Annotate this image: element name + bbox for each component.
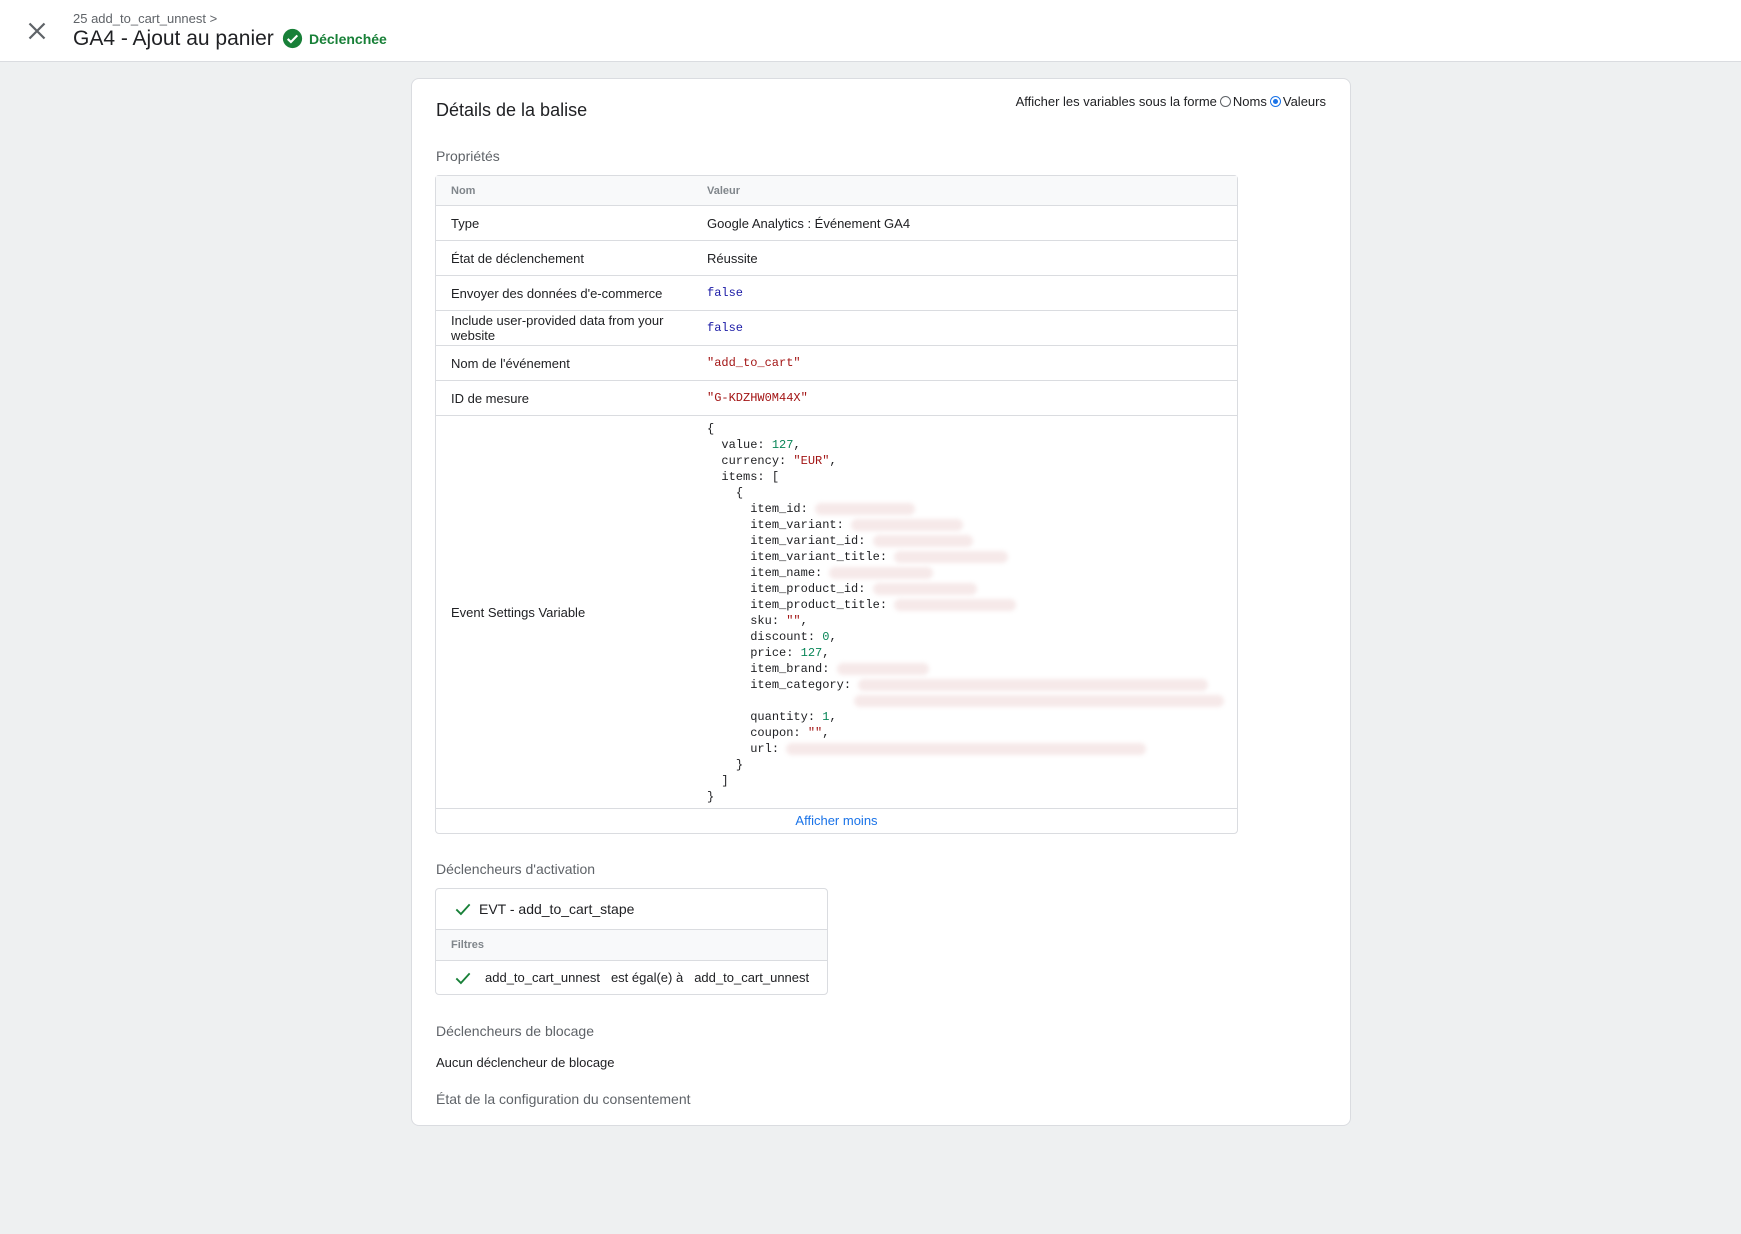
properties-table: Nom Valeur Type Google Analytics : Événe… [435,175,1238,834]
breadcrumb[interactable]: 25 add_to_cart_unnest > [73,11,217,26]
code-token: coupon: [750,726,801,740]
status-badge: Déclenchée [282,28,387,49]
filter-value: add_to_cart_unnest [694,970,810,985]
filters-label: Filtres [436,930,827,961]
code-token: value: [721,438,765,452]
event-settings-code: { value: 127, currency: "EUR", items: [ … [707,416,1237,805]
top-bar: 25 add_to_cart_unnest > GA4 - Ajout au p… [0,0,1741,62]
code-token: item_brand: [750,662,830,676]
code-token: price: [750,646,794,660]
redacted-value [836,662,929,675]
no-blocking-text: Aucun déclencheur de blocage [436,1055,615,1070]
code-token: sku: [750,614,780,628]
row-value: false [707,321,744,335]
redacted-value [815,502,916,515]
row-name: Include user-provided data from your web… [451,313,664,343]
check-circle-icon [282,28,303,49]
redacted-value [894,550,1009,563]
redacted-value [786,742,1147,755]
activation-triggers-label: Déclencheurs d'activation [436,861,596,877]
code-token: items: [ [721,470,780,484]
table-row: Type Google Analytics : Événement GA4 [436,206,1237,241]
table-row: Envoyer des données d'e-commerce false [436,276,1237,311]
code-token: { [707,422,715,436]
code-token: } [735,758,744,772]
table-row: Include user-provided data from your web… [436,311,1237,346]
column-header-value: Valeur [707,184,741,197]
properties-label: Propriétés [436,148,500,164]
table-row: ID de mesure "G-KDZHW0M44X" [436,381,1237,416]
code-token: quantity: [750,710,816,724]
code-token: item_id: [750,502,808,516]
code-token: 127 [771,438,794,452]
page-title: GA4 - Ajout au panier [73,27,274,50]
radio-values-label[interactable]: Valeurs [1283,94,1326,109]
filter-operator: est égal(e) à [610,970,684,985]
code-token: item_variant_id: [750,534,866,548]
code-token: item_name: [750,566,823,580]
trigger-card: EVT - add_to_cart_stape Filtres add_to_c… [435,888,828,995]
code-token: 127 [800,646,823,660]
redacted-value [854,694,1225,707]
show-less-link[interactable]: Afficher moins [436,809,1237,833]
table-header: Nom Valeur [436,176,1237,206]
code-token: item_variant_title: [750,550,888,564]
row-name: Event Settings Variable [451,604,586,620]
blocking-triggers-label: Déclencheurs de blocage [436,1023,594,1039]
row-value: Réussite [707,250,758,266]
close-icon[interactable] [22,16,52,46]
radio-names[interactable] [1219,96,1231,107]
radio-values[interactable] [1269,96,1281,107]
row-value: "G-KDZHW0M44X" [707,391,808,405]
trigger-header[interactable]: EVT - add_to_cart_stape [436,889,827,930]
trigger-name: EVT - add_to_cart_stape [479,901,635,917]
code-token: item_category: [750,678,852,692]
consent-config-label: État de la configuration du consentement [436,1091,691,1107]
code-token: "" [807,726,823,740]
table-row: Event Settings Variable { value: 127, cu… [436,416,1237,809]
code-token: ] [721,774,729,788]
row-name: État de déclenchement [451,250,584,266]
code-token: } [707,790,715,804]
code-token: "" [786,614,801,628]
row-value: false [707,286,744,300]
redacted-value [894,598,1017,611]
status-text: Déclenchée [309,30,387,47]
table-row: Nom de l'événement "add_to_cart" [436,346,1237,381]
column-header-name: Nom [451,184,476,197]
filter-variable: add_to_cart_unnest [485,970,600,985]
code-token: { [735,486,744,500]
redacted-value [872,582,977,595]
code-token: discount: [750,630,816,644]
table-row: État de déclenchement Réussite [436,241,1237,276]
row-name: Envoyer des données d'e-commerce [451,285,663,301]
radio-names-label[interactable]: Noms [1233,94,1267,109]
row-name: ID de mesure [451,390,530,406]
code-token: 1 [822,710,830,724]
code-token: url: [750,742,780,756]
card-title: Détails de la balise [436,100,588,120]
filter-row: add_to_cart_unnest est égal(e) à add_to_… [436,961,827,994]
tag-details-card: Détails de la balise Afficher les variab… [411,78,1351,1126]
code-token: currency: [721,454,787,468]
check-icon [453,899,473,919]
row-value: "add_to_cart" [707,356,801,370]
row-value: Google Analytics : Événement GA4 [707,215,911,231]
check-icon [453,968,473,988]
row-name: Nom de l'événement [451,355,570,371]
row-name: Type [451,215,480,231]
redacted-value [872,534,973,547]
code-token: item_variant: [750,518,844,532]
code-token: "EUR" [793,454,830,468]
redacted-value [858,678,1209,691]
variable-display-label: Afficher les variables sous la forme [1015,94,1217,109]
redacted-value [829,566,934,579]
redacted-value [851,518,964,531]
code-token: item_product_title: [750,598,888,612]
code-token: item_product_id: [750,582,866,596]
code-token: 0 [822,630,830,644]
variable-display-toggle: Afficher les variables sous la forme Nom… [1016,94,1326,109]
